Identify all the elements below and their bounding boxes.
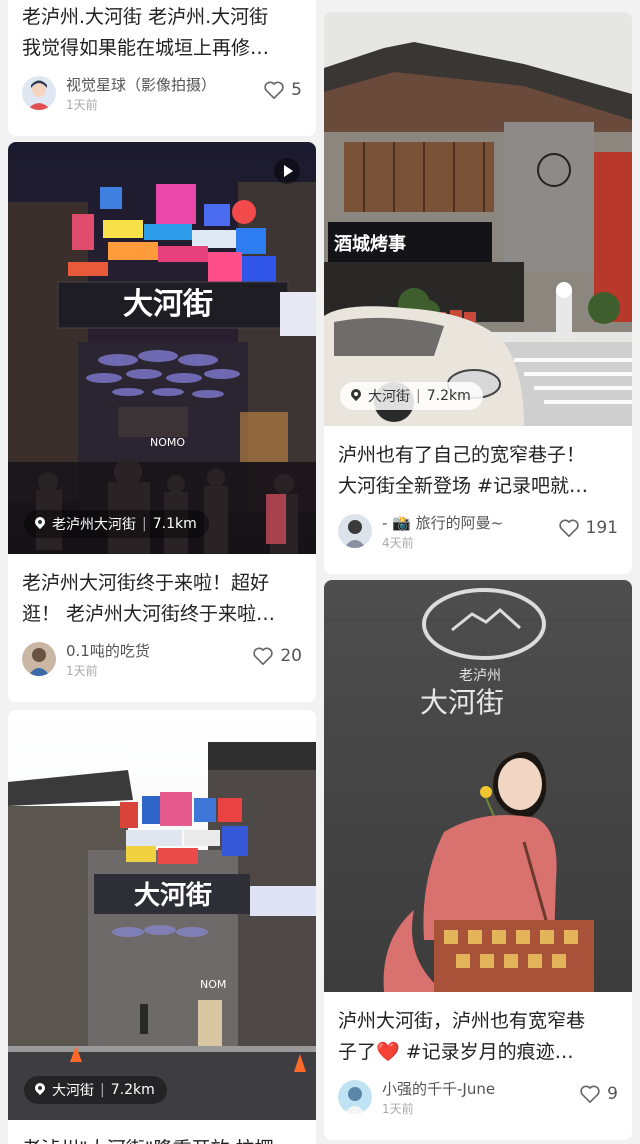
note-card[interactable]: 大河街 NOMO 老泸州大河街 | 7.1km 老泸州大河街终于来啦！超好 逛！…	[8, 142, 316, 702]
author-name[interactable]: 小强的千千-June	[382, 1078, 495, 1099]
svg-text:大河街: 大河街	[420, 686, 504, 719]
heart-icon	[253, 647, 274, 665]
location-pin-icon	[34, 1083, 46, 1097]
svg-text:NOM: NOM	[200, 978, 226, 991]
location-name: 大河街	[52, 1083, 94, 1099]
heart-icon	[264, 81, 284, 99]
location-name: 老泸州大河街	[52, 517, 136, 533]
note-title: 老泸州.大河街 老泸州.大河街 我觉得如果能在城垣上再修…	[22, 6, 270, 59]
note-meta: - 📸 旅行的阿曼~ 4天前 191	[324, 502, 632, 558]
location-pin-icon	[34, 517, 46, 531]
note-meta: 视觉星球（影像拍摄） 1天前 5	[8, 64, 316, 120]
like-count: 191	[585, 518, 618, 538]
location-distance: 7.2km	[110, 1082, 155, 1098]
note-cover-image[interactable]: 老泸州 大河街	[324, 580, 632, 992]
post-time: 4天前	[382, 536, 414, 550]
location-distance: 7.1km	[152, 516, 197, 532]
location-distance: 7.2km	[426, 388, 471, 404]
like-button[interactable]: 191	[558, 518, 618, 538]
heart-icon	[558, 519, 579, 537]
location-tag[interactable]: 大河街 | 7.2km	[24, 1076, 167, 1104]
note-meta: 小强的千千-June 1天前 9	[324, 1068, 632, 1124]
svg-text:老泸州: 老泸州	[459, 668, 501, 684]
note-card[interactable]: 老泸州 大河街 泸州大河街，泸州也有宽窄巷 子了❤️ #记录岁月的痕迹… 小强的…	[324, 580, 632, 1140]
author-name[interactable]: 0.1吨的吃货	[66, 640, 150, 661]
svg-text:酒城烤事: 酒城烤事	[334, 233, 406, 255]
like-button[interactable]: 9	[579, 1084, 618, 1104]
heart-icon	[580, 1085, 600, 1103]
note-card[interactable]: 大河街 NOM 大河街 | 7.2km 老泸州"大河街"隆重	[8, 710, 316, 1144]
svg-text:大河街: 大河街	[123, 287, 213, 322]
note-title: 老泸州大河街终于来啦！超好 逛！ 老泸州大河街终于来啦…	[22, 572, 276, 625]
avatar[interactable]	[338, 1080, 372, 1114]
note-cover-image[interactable]: 大河街 NOMO 老泸州大河街 | 7.1km	[8, 142, 316, 554]
author-name[interactable]: - 📸 旅行的阿曼~	[382, 512, 503, 533]
note-meta: 0.1吨的吃货 1天前 20	[8, 630, 316, 686]
note-cover-image[interactable]: 大河街 NOM 大河街 | 7.2km	[8, 710, 316, 1120]
note-title: 泸州大河街，泸州也有宽窄巷 子了❤️ #记录岁月的痕迹…	[338, 1010, 586, 1063]
post-time: 1天前	[66, 98, 98, 112]
like-count: 5	[291, 80, 302, 100]
author-name[interactable]: 视觉星球（影像拍摄）	[66, 74, 216, 95]
video-play-icon	[274, 158, 300, 184]
like-button[interactable]: 20	[252, 646, 302, 666]
note-title: 泸州也有了自己的宽窄巷子！ 大河街全新登场 #记录吧就…	[338, 444, 588, 497]
avatar[interactable]	[22, 642, 56, 676]
svg-text:NOMO: NOMO	[150, 436, 185, 449]
note-card[interactable]: 老泸州.大河街 老泸州.大河街 我觉得如果能在城垣上再修… 视觉星球（影像拍摄）…	[8, 0, 316, 136]
post-time: 1天前	[66, 664, 98, 678]
location-tag[interactable]: 老泸州大河街 | 7.1km	[24, 510, 209, 538]
avatar[interactable]	[22, 76, 56, 110]
like-count: 20	[280, 646, 302, 666]
note-cover-image[interactable]: 酒城烤事 大河街 | 7.2km	[324, 12, 632, 426]
like-count: 9	[607, 1084, 618, 1104]
location-pin-icon	[350, 389, 362, 403]
note-title: 老泸州"大河街"隆重开放 拉摆	[8, 1120, 316, 1144]
svg-text:大河街: 大河街	[134, 881, 212, 911]
avatar[interactable]	[338, 514, 372, 548]
note-card[interactable]: 酒城烤事 大河街 | 7.2km 泸州也有了自己的宽窄巷子！ 大河街全新登场 #…	[324, 12, 632, 574]
location-tag[interactable]: 大河街 | 7.2km	[340, 382, 483, 410]
like-button[interactable]: 5	[263, 80, 302, 100]
post-time: 1天前	[382, 1102, 414, 1116]
location-name: 大河街	[368, 389, 410, 405]
